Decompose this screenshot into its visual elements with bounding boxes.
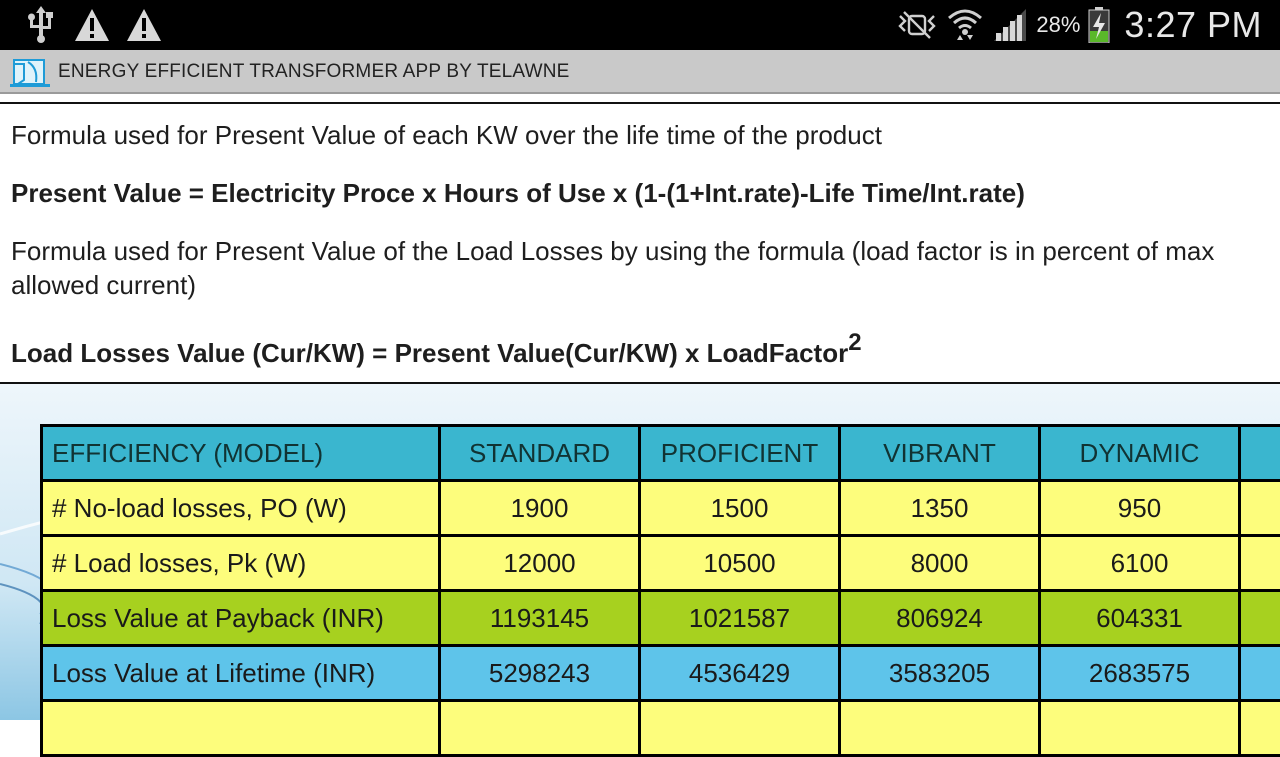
divider (0, 102, 1280, 104)
table-cell: 950 (1040, 481, 1240, 536)
formula-description-1: Formula used for Present Value of each K… (11, 118, 882, 152)
row-label: Loss Value at Payback (INR) (42, 591, 440, 646)
table-cell (640, 701, 840, 756)
column-header: PROFICIENT (640, 426, 840, 481)
app-logo-icon[interactable] (10, 56, 50, 88)
table-row: # Load losses, Pk (W)120001050080006100 (42, 536, 1280, 591)
table-cell: 604331 (1040, 591, 1240, 646)
table-row (42, 701, 1280, 756)
column-header: STANDARD (440, 426, 640, 481)
notification-icons (24, 6, 162, 44)
table-cell: 1350 (840, 481, 1040, 536)
table-cell: 4536429 (640, 646, 840, 701)
action-bar: ENERGY EFFICIENT TRANSFORMER APP BY TELA… (0, 50, 1280, 94)
table-cell (1240, 481, 1280, 536)
app-title: ENERGY EFFICIENT TRANSFORMER APP BY TELA… (58, 61, 570, 83)
present-value-formula: Present Value = Electricity Proce x Hour… (11, 176, 1025, 210)
row-label: # No-load losses, PO (W) (42, 481, 440, 536)
formula-description-2: Formula used for Present Value of the Lo… (11, 234, 1273, 302)
column-header: VIBRANT (840, 426, 1040, 481)
table-cell (840, 701, 1040, 756)
table-cell: 1500 (640, 481, 840, 536)
signal-icon (992, 9, 1028, 41)
row-label: # Load losses, Pk (W) (42, 536, 440, 591)
table-cell (1240, 536, 1280, 591)
column-header: DYNAMIC (1040, 426, 1240, 481)
efficiency-table: EFFICIENCY (MODEL)STANDARDPROFICIENTVIBR… (40, 424, 1280, 757)
table-cell (1240, 701, 1280, 756)
table-cell (440, 701, 640, 756)
table-row: # No-load losses, PO (W)190015001350950 (42, 481, 1280, 536)
column-header (1240, 426, 1280, 481)
row-label: Loss Value at Lifetime (INR) (42, 646, 440, 701)
status-bar: 28% 3:27 PM (0, 0, 1280, 50)
usb-icon (24, 6, 58, 44)
table-row: Loss Value at Payback (INR)1193145102158… (42, 591, 1280, 646)
table-cell: 806924 (840, 591, 1040, 646)
table-cell: 3583205 (840, 646, 1040, 701)
table-header-row: EFFICIENCY (MODEL)STANDARDPROFICIENTVIBR… (42, 426, 1280, 481)
mute-icon (896, 10, 938, 40)
load-losses-formula-text: Load Losses Value (Cur/KW) = Present Val… (11, 338, 848, 368)
table-cell (1240, 591, 1280, 646)
system-icons: 28% 3:27 PM (896, 0, 1262, 50)
battery-charging-icon (1088, 7, 1110, 43)
table-cell: 6100 (1040, 536, 1240, 591)
battery-percent: 28% (1036, 12, 1080, 38)
table-cell: 8000 (840, 536, 1040, 591)
table-cell (1240, 646, 1280, 701)
wifi-icon (946, 6, 984, 44)
table-cell: 1021587 (640, 591, 840, 646)
table-cell: 2683575 (1040, 646, 1240, 701)
warning-icon (74, 8, 110, 42)
clock: 3:27 PM (1124, 4, 1262, 46)
table-cell: 10500 (640, 536, 840, 591)
column-header-model: EFFICIENCY (MODEL) (42, 426, 440, 481)
table-cell: 12000 (440, 536, 640, 591)
table-cell (1040, 701, 1240, 756)
table-cell: 1900 (440, 481, 640, 536)
warning-icon (126, 8, 162, 42)
load-losses-formula: Load Losses Value (Cur/KW) = Present Val… (11, 336, 862, 370)
table-cell: 5298243 (440, 646, 640, 701)
table-cell: 1193145 (440, 591, 640, 646)
table-row: Loss Value at Lifetime (INR)529824345364… (42, 646, 1280, 701)
superscript-exponent: 2 (848, 329, 861, 356)
row-label (42, 701, 440, 756)
